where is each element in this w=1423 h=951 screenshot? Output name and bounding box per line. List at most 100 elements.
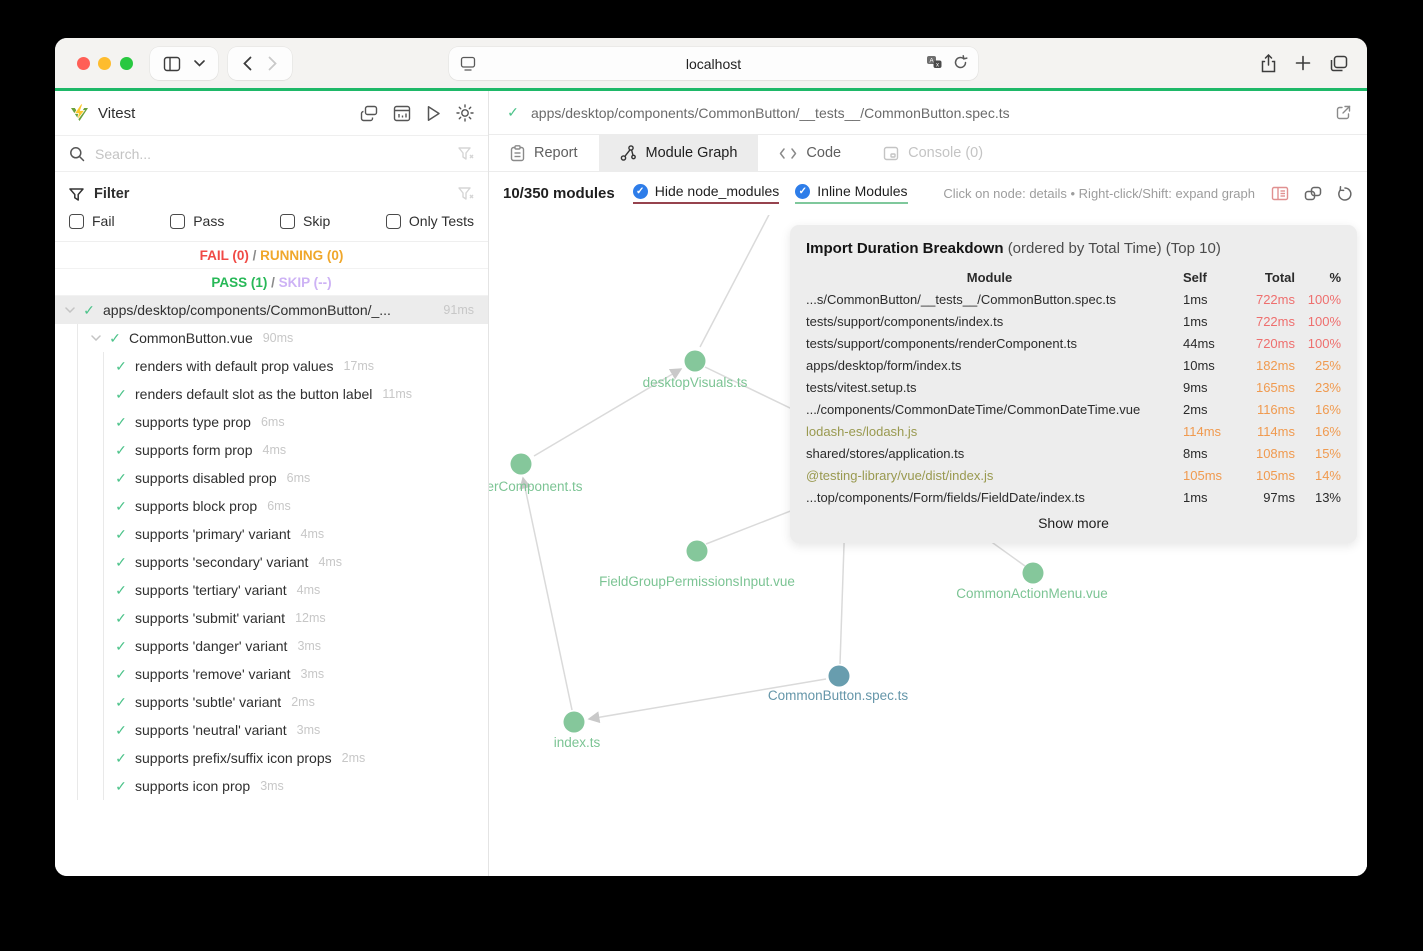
test-row[interactable]: ✓ supports icon prop 3ms [55, 772, 488, 800]
checkbox-box[interactable] [385, 213, 401, 229]
checkbox-box[interactable] [280, 213, 295, 229]
checkbox-box[interactable] [69, 213, 84, 229]
module-name[interactable]: @testing-library/vue/dist/index.js [806, 464, 1173, 486]
filter-checkbox[interactable]: Fail [69, 213, 115, 229]
chevron-down-icon[interactable] [91, 335, 101, 341]
node-label: index.ts [554, 735, 601, 750]
module-name[interactable]: .../components/CommonDateTime/CommonDate… [806, 398, 1173, 420]
module-name[interactable]: apps/desktop/form/index.ts [806, 354, 1173, 376]
tab-code[interactable]: Code [758, 135, 862, 171]
filter-checkbox[interactable]: Pass [170, 213, 224, 229]
sidebar-toggle-icon[interactable] [163, 56, 181, 72]
module-name[interactable]: tests/support/components/renderComponent… [806, 332, 1173, 354]
open-external-icon[interactable] [1336, 105, 1351, 120]
reset-graph-icon[interactable] [1337, 185, 1353, 202]
graph-node-common-button-spec[interactable] [828, 665, 850, 687]
table-row: tests/vitest.setup.ts 9ms 165ms 23% [806, 376, 1341, 398]
graph-node-index[interactable] [563, 711, 585, 733]
panel-title: Import Duration Breakdown [806, 240, 1004, 257]
forward-button[interactable] [268, 56, 277, 71]
file-path: apps/desktop/components/CommonButton/__t… [531, 104, 1010, 121]
inline-modules-toggle[interactable]: ✓ Inline Modules [795, 183, 908, 204]
running-count: RUNNING (0) [260, 248, 344, 263]
node-details-toggle-icon[interactable] [1271, 186, 1289, 201]
graph-node-desktop-visuals[interactable] [684, 350, 706, 372]
test-row[interactable]: ✓ supports 'primary' variant 4ms [55, 520, 488, 548]
table-row: ...s/CommonButton/__tests__/CommonButton… [806, 288, 1341, 310]
graph-node-field-group[interactable] [686, 540, 708, 562]
test-row[interactable]: ✓ supports 'remove' variant 3ms [55, 660, 488, 688]
checkbox-label: Only Tests [408, 213, 474, 229]
new-tab-icon[interactable] [1290, 51, 1316, 75]
page-format-icon[interactable] [460, 56, 476, 71]
checkbox-box[interactable] [170, 213, 186, 229]
tree-item-suite[interactable]: ✓ CommonButton.vue 90ms [55, 324, 488, 352]
tab-overview-icon[interactable] [1326, 51, 1352, 75]
chevron-down-icon[interactable] [65, 307, 75, 313]
back-button[interactable] [243, 56, 252, 71]
module-name[interactable]: tests/support/components/index.ts [806, 310, 1173, 332]
search-icon [69, 146, 85, 162]
close-window-button[interactable] [77, 57, 90, 70]
link-modules-icon[interactable] [1304, 186, 1322, 201]
tab-report[interactable]: Report [489, 135, 599, 171]
percent: 13% [1314, 489, 1341, 505]
module-name[interactable]: lodash-es/lodash.js [806, 420, 1173, 442]
reload-icon[interactable] [953, 55, 968, 70]
test-row[interactable]: ✓ supports 'subtle' variant 2ms [55, 688, 488, 716]
zoom-window-button[interactable] [120, 57, 133, 70]
self-time: 44ms [1183, 335, 1215, 351]
filter-checkbox[interactable]: Skip [280, 213, 330, 229]
table-row: ...top/components/Form/fields/FieldDate/… [806, 486, 1341, 508]
module-name[interactable]: shared/stores/application.ts [806, 442, 1173, 464]
module-graph-canvas[interactable]: desktopVisuals.ts renderComponent.ts Fie… [489, 215, 1367, 876]
filter-checkbox[interactable]: Only Tests [385, 213, 474, 229]
pass-check-icon: ✓ [115, 469, 127, 486]
search-input[interactable] [95, 145, 448, 162]
checked-checkbox-icon[interactable]: ✓ [632, 183, 648, 199]
self-time: 1ms [1183, 291, 1208, 307]
test-row[interactable]: ✓ supports 'neutral' variant 3ms [55, 716, 488, 744]
checked-checkbox-icon[interactable]: ✓ [795, 183, 811, 199]
test-row[interactable]: ✓ supports 'danger' variant 3ms [55, 632, 488, 660]
minimize-window-button[interactable] [98, 57, 111, 70]
test-row[interactable]: ✓ supports prefix/suffix icon props 2ms [55, 744, 488, 772]
hide-node-modules-toggle[interactable]: ✓ Hide node_modules [632, 183, 780, 204]
dashboard-icon[interactable] [393, 105, 411, 122]
clear-filters-icon[interactable] [458, 187, 474, 201]
address-bar[interactable]: localhost Ax [449, 47, 978, 80]
node-label: FieldGroupPermissionsInput.vue [599, 574, 795, 589]
tab-console[interactable]: Console (0) [862, 135, 1004, 171]
test-row[interactable]: ✓ supports block prop 6ms [55, 492, 488, 520]
module-name[interactable]: ...top/components/Form/fields/FieldDate/… [806, 486, 1173, 508]
show-more-button[interactable]: Show more [806, 512, 1341, 534]
theme-toggle-icon[interactable] [456, 104, 474, 122]
tree-item-spec-file[interactable]: ✓ apps/desktop/components/CommonButton/_… [55, 296, 488, 324]
test-row[interactable]: ✓ supports 'submit' variant 12ms [55, 604, 488, 632]
tab-module-graph[interactable]: Module Graph [598, 135, 759, 171]
graph-node-common-action-menu[interactable] [1022, 562, 1044, 584]
share-icon[interactable] [1255, 51, 1281, 75]
module-name[interactable]: ...s/CommonButton/__tests__/CommonButton… [806, 288, 1173, 310]
test-row[interactable]: ✓ supports disabled prop 6ms [55, 464, 488, 492]
translate-icon[interactable]: Ax [926, 55, 943, 70]
table-row: .../components/CommonDateTime/CommonDate… [806, 398, 1341, 420]
chevron-down-icon[interactable] [194, 60, 205, 67]
module-name[interactable]: tests/vitest.setup.ts [806, 376, 1173, 398]
clear-search-filter-icon[interactable] [458, 146, 474, 161]
run-all-icon[interactable] [426, 105, 441, 122]
graph-node-render-component[interactable] [510, 453, 532, 475]
collapse-panels-icon[interactable] [360, 105, 378, 122]
graph-hint: Click on node: details • Right-click/Shi… [943, 186, 1255, 201]
test-row[interactable]: ✓ renders default slot as the button lab… [55, 380, 488, 408]
test-row[interactable]: ✓ supports form prop 4ms [55, 436, 488, 464]
table-row: apps/desktop/form/index.ts 10ms 182ms 25… [806, 354, 1341, 376]
node-label: desktopVisuals.ts [643, 375, 748, 390]
self-time: 8ms [1183, 445, 1208, 461]
test-tree: ✓ apps/desktop/components/CommonButton/_… [55, 296, 488, 876]
test-row[interactable]: ✓ supports 'secondary' variant 4ms [55, 548, 488, 576]
test-row[interactable]: ✓ supports 'tertiary' variant 4ms [55, 576, 488, 604]
test-row[interactable]: ✓ renders with default prop values 17ms [55, 352, 488, 380]
test-row[interactable]: ✓ supports type prop 6ms [55, 408, 488, 436]
pass-check-icon: ✓ [115, 413, 127, 430]
